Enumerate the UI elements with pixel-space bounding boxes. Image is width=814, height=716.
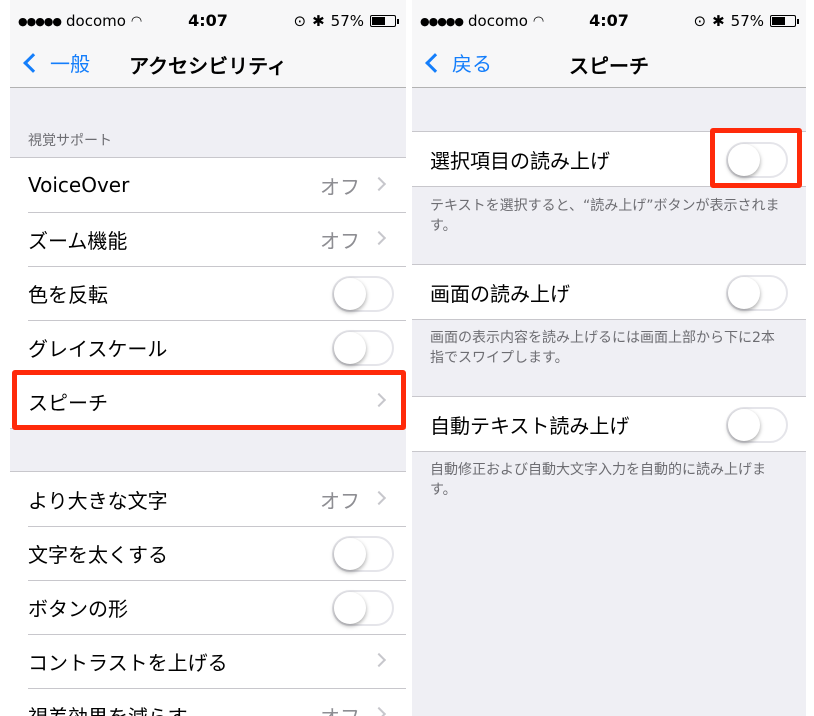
toggle-knob	[334, 592, 366, 624]
cell-reduce-motion[interactable]: 視差効果を減らす オフ	[10, 688, 406, 716]
speak-screen-footer: 画面の表示内容を読み上げるには画面上部から下に2本指でスワイプします。	[430, 330, 775, 366]
chevron-right-icon	[371, 490, 387, 506]
navigation-bar: 一般 アクセシビリティ	[10, 40, 406, 88]
accessibility-screen: ●●●●● docomo ◠ 4:07 ⊙ ✱ 57% 一般 アクセシビリティ …	[10, 0, 406, 716]
speak-screen-toggle[interactable]	[726, 275, 788, 311]
cell-detail: オフ	[320, 488, 360, 513]
battery-percent: 57%	[330, 12, 364, 30]
toggle-knob	[334, 538, 366, 570]
page-title: スピーチ	[569, 54, 649, 78]
battery-icon	[370, 15, 399, 27]
invert-colors-toggle[interactable]	[332, 276, 394, 312]
cell-label: ボタンの形	[28, 596, 128, 621]
button-shapes-toggle[interactable]	[332, 590, 394, 626]
speech-screen: ●●●●● docomo ◠ 4:07 ⊙ ✱ 57% 戻る スピーチ 選択項目…	[412, 0, 806, 716]
battery-fill	[372, 17, 385, 25]
cell-label: 視差効果を減らす	[28, 701, 188, 716]
navigation-bar: 戻る スピーチ	[412, 40, 806, 88]
cell-label: より大きな文字	[28, 488, 168, 513]
chevron-right-icon	[371, 652, 387, 668]
bold-text-toggle[interactable]	[332, 536, 394, 572]
cell-detail: オフ	[320, 701, 360, 716]
toggle-knob	[334, 332, 366, 364]
cell-label: 色を反転	[28, 282, 108, 307]
bluetooth-icon: ✱	[312, 12, 325, 30]
cell-label: VoiceOver	[28, 173, 130, 197]
cell-label: 選択項目の読み上げ	[430, 148, 610, 173]
battery-fill	[772, 17, 785, 25]
settings-group-text: より大きな文字 オフ 文字を太くする ボタンの形 コントラストを上げる 視差効果…	[10, 471, 406, 716]
cell-auto-text: 自動テキスト読み上げ	[412, 397, 806, 451]
highlight-speech-cell	[12, 370, 406, 430]
rotation-lock-icon: ⊙	[693, 12, 707, 30]
cell-grayscale: グレイスケール	[10, 320, 406, 374]
auto-text-toggle[interactable]	[726, 407, 788, 443]
chevron-right-icon	[371, 230, 387, 246]
status-bar: ●●●●● docomo ◠ 4:07 ⊙ ✱ 57%	[412, 0, 806, 40]
chevron-right-icon	[371, 176, 387, 192]
cell-invert-colors: 色を反転	[10, 266, 406, 320]
settings-group-speak-screen: 画面の読み上げ	[412, 264, 806, 320]
chevron-right-icon	[371, 706, 387, 716]
cell-increase-contrast[interactable]: コントラストを上げる	[10, 634, 406, 688]
cell-detail: オフ	[320, 174, 360, 199]
highlight-speak-selection-toggle	[710, 128, 802, 188]
cell-zoom[interactable]: ズーム機能 オフ	[10, 212, 406, 266]
cell-label: 画面の読み上げ	[430, 281, 570, 306]
cell-voiceover[interactable]: VoiceOver オフ	[10, 158, 406, 212]
toggle-knob	[728, 277, 760, 309]
grayscale-toggle[interactable]	[332, 330, 394, 366]
section-header-vision: 視覚サポート	[28, 133, 112, 149]
rotation-lock-icon: ⊙	[293, 12, 307, 30]
cell-label: グレイスケール	[28, 336, 168, 361]
battery-percent: 57%	[730, 12, 764, 30]
cell-label: コントラストを上げる	[28, 650, 228, 675]
cell-button-shapes: ボタンの形	[10, 580, 406, 634]
cell-speak-screen: 画面の読み上げ	[412, 265, 806, 319]
cell-label: 文字を太くする	[28, 542, 168, 567]
speak-selection-footer: テキストを選択すると、“読み上げ”ボタンが表示されます。	[430, 198, 780, 234]
cell-detail: オフ	[320, 228, 360, 253]
page-title: アクセシビリティ	[129, 54, 287, 78]
cell-larger-text[interactable]: より大きな文字 オフ	[10, 472, 406, 526]
auto-text-footer: 自動修正および自動大文字入力を自動的に読み上げます。	[430, 462, 766, 498]
bluetooth-icon: ✱	[712, 12, 725, 30]
cell-label: ズーム機能	[28, 228, 128, 253]
toggle-knob	[728, 409, 760, 441]
battery-icon	[770, 15, 799, 27]
settings-group-auto-text: 自動テキスト読み上げ	[412, 396, 806, 452]
toggle-knob	[334, 278, 366, 310]
cell-bold-text: 文字を太くする	[10, 526, 406, 580]
status-bar: ●●●●● docomo ◠ 4:07 ⊙ ✱ 57%	[10, 0, 406, 40]
cell-label: 自動テキスト読み上げ	[430, 413, 630, 438]
